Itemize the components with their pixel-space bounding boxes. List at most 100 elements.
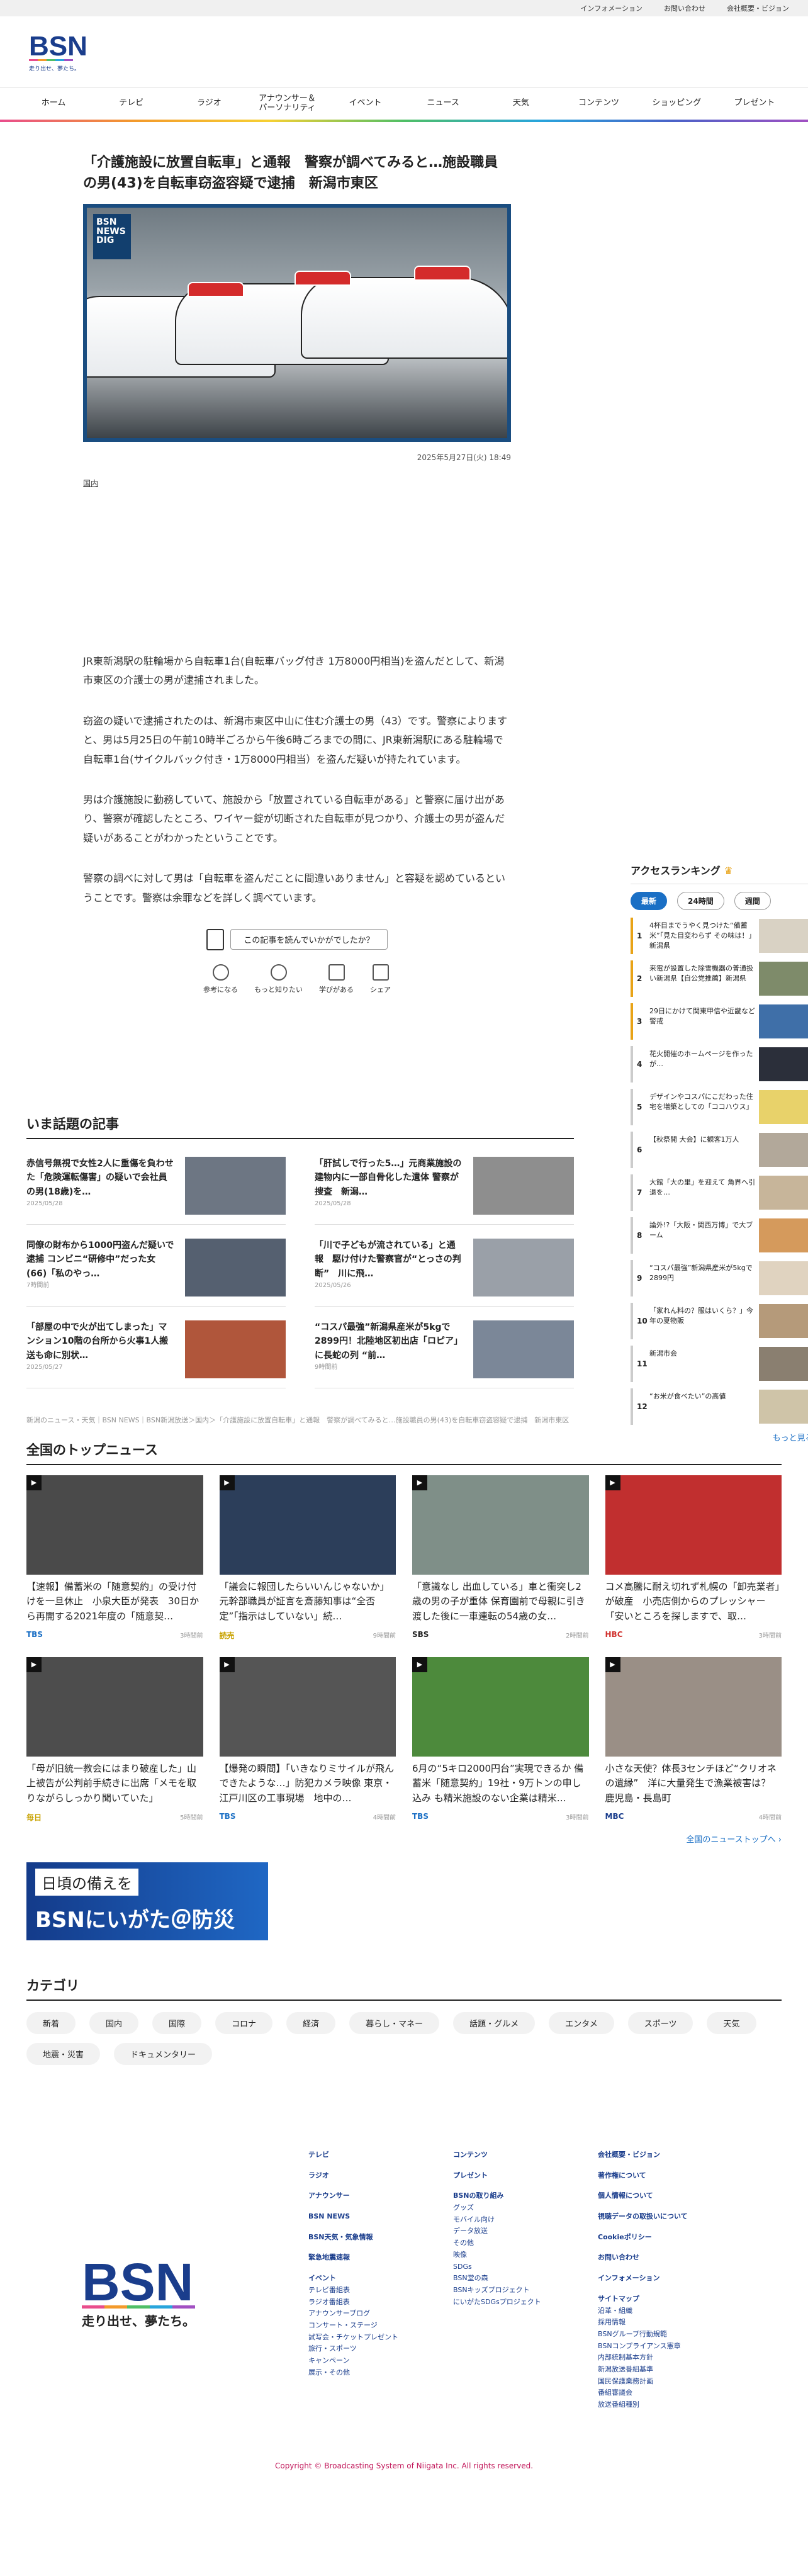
nav-shopping[interactable]: ショッピング <box>648 98 705 108</box>
category-tag[interactable]: スポーツ <box>627 2012 693 2034</box>
helpful-button[interactable]: 参考になる <box>203 964 238 994</box>
footer-link[interactable]: ラジオ番組表 <box>308 2297 453 2309</box>
footer-heading-link[interactable]: コンテンツ <box>453 2149 598 2161</box>
tab-latest[interactable]: 最新 <box>631 892 668 910</box>
footer-link[interactable]: BSNグループ行動規範 <box>598 2329 743 2341</box>
ranking-item[interactable]: 8 論外!?「大阪・関西万博」で大ブーム <box>631 1217 808 1254</box>
footer-heading-link[interactable]: 会社概要・ビジョン <box>598 2149 743 2161</box>
ranking-item[interactable]: 4 花火開催のホームページを作ったが… <box>631 1046 808 1083</box>
footer-link[interactable]: 国民保護業務計画 <box>598 2376 743 2388</box>
footer-heading-link[interactable]: インフォメーション <box>598 2273 743 2285</box>
want-more-button[interactable]: もっと知りたい <box>254 964 303 994</box>
footer-link[interactable]: 新潟放送番組基準 <box>598 2364 743 2376</box>
footer-link[interactable]: BSN堂の森 <box>453 2273 598 2285</box>
national-news-card[interactable]: ▶ 「母が旧統一教会にはまり破産した」山上被告が公判前手続きに出席「メモを取りなが… <box>26 1657 203 1823</box>
ranking-item[interactable]: 7 大館「大の里」を迎えて 角界へ引退を… <box>631 1174 808 1211</box>
footer-heading-link[interactable]: アナウンサー <box>308 2190 453 2202</box>
footer-link[interactable]: 展示・その他 <box>308 2367 453 2379</box>
footer-heading-link[interactable]: 個人情報について <box>598 2190 743 2202</box>
category-tag[interactable]: 経済 <box>286 2012 336 2034</box>
nav-announcer[interactable]: アナウンサー＆ パーソナリティ <box>259 94 316 113</box>
learned-button[interactable]: 学びがある <box>319 964 354 994</box>
nav-event[interactable]: イベント <box>337 98 394 108</box>
trending-item[interactable]: 同僚の財布から1000円盗んだ疑いで逮捕 コンビニ“研修中”だった女(66)「私… <box>26 1225 286 1307</box>
trending-item[interactable]: 「部屋の中で火が出てしまった」マンション10階の台所から火事1人搬送も命に別状…… <box>26 1307 286 1388</box>
footer-link[interactable]: BSNキッズプロジェクト <box>453 2285 598 2297</box>
national-news-card[interactable]: ▶ 「意識なし 出血している」車と衝突し2歳の男の子が重体 保育園前で母親に引き渡… <box>412 1475 589 1641</box>
footer-link[interactable]: 旅行・スポーツ <box>308 2343 453 2355</box>
tab-24h[interactable]: 24時間 <box>677 892 724 910</box>
footer-heading-link[interactable]: BSNの取り組み <box>453 2190 598 2202</box>
footer-link[interactable]: その他 <box>453 2237 598 2249</box>
share-button[interactable]: シェア <box>370 964 391 994</box>
nav-tv[interactable]: テレビ <box>103 98 160 108</box>
category-tag[interactable]: 話題・グルメ <box>453 2012 536 2034</box>
footer-heading-link[interactable]: お問い合わせ <box>598 2252 743 2264</box>
info-link[interactable]: インフォメーション <box>581 3 642 13</box>
footer-link[interactable]: BSNコンプライアンス憲章 <box>598 2341 743 2353</box>
contact-link[interactable]: お問い合わせ <box>664 3 705 13</box>
national-news-card[interactable]: ▶ 小さな天使？体長3センチほど“クリオネの遺縁” 洋に大量発生で漁業被害は？ 鹿… <box>605 1657 782 1823</box>
category-tag[interactable]: 地震・災害 <box>26 2043 101 2065</box>
category-tag[interactable]: コロナ <box>215 2012 273 2034</box>
nav-news[interactable]: ニュース <box>415 98 471 108</box>
ranking-item[interactable]: 10 「家れん料の？服はいくら？」今年の夏物販 <box>631 1303 808 1339</box>
footer-heading-link[interactable]: BSN天気・気象情報 <box>308 2232 453 2244</box>
ranking-item[interactable]: 3 29日にかけて関東甲信や近畿など警戒 <box>631 1003 808 1040</box>
national-news-card[interactable]: ▶ 6月の“5キロ2000円台”実現できるか 備蓄米「随意契約」19社・9万トンの… <box>412 1657 589 1823</box>
national-news-card[interactable]: ▶ 【速報】備蓄米の「随意契約」の受け付けを一旦休止 小泉大臣が発表 30日から再… <box>26 1475 203 1641</box>
category-tag[interactable]: エンタメ <box>549 2012 614 2034</box>
trending-item[interactable]: “コスパ最強”新潟県産米が5kgで2899円！北陸地区初出店「ロピア」に長蛇の列… <box>315 1307 574 1388</box>
nav-weather[interactable]: 天気 <box>493 98 549 108</box>
nav-present[interactable]: プレゼント <box>726 98 783 108</box>
national-news-card[interactable]: ▶ 【爆発の瞬間】「いきなりミサイルが飛んできたような…」防犯カメラ映像 東京・江… <box>219 1657 396 1823</box>
tab-weekly[interactable]: 週間 <box>734 892 771 910</box>
footer-link[interactable]: 内部統制基本方針 <box>598 2352 743 2364</box>
footer-link[interactable]: モバイル向け <box>453 2214 598 2226</box>
ranking-item[interactable]: 1 4杯目までうやく見つけた“備蓄米”「見た目変わらず その味は！」新潟県 <box>631 918 808 954</box>
ranking-item[interactable]: 11 新潟市会 <box>631 1346 808 1382</box>
national-more-link[interactable]: 全国のニューストップへ › <box>26 1833 782 1845</box>
footer-link[interactable]: データ放送 <box>453 2225 598 2237</box>
category-tag[interactable]: 天気 <box>707 2012 756 2034</box>
footer-link[interactable]: コンサート・ステージ <box>308 2320 453 2332</box>
ranking-item[interactable]: 6 【秋祭開 大会】に観客1万人 <box>631 1132 808 1168</box>
national-news-card[interactable]: ▶ コメ高騰に耐え切れず札幌の「卸売業者」が破産 小売店側からのプレッシャー「安い… <box>605 1475 782 1641</box>
nav-contents[interactable]: コンテンツ <box>571 98 627 108</box>
footer-heading-link[interactable]: サイトマップ <box>598 2293 743 2305</box>
footer-link[interactable]: 放送番組種別 <box>598 2399 743 2411</box>
footer-link[interactable]: 沿革・組織 <box>598 2305 743 2317</box>
nav-home[interactable]: ホーム <box>25 98 82 108</box>
bsn-logo[interactable]: BSN 走り出せ、夢たち。 <box>26 26 89 77</box>
company-link[interactable]: 会社概要・ビジョン <box>727 3 789 13</box>
footer-heading-link[interactable]: Cookieポリシー <box>598 2232 743 2244</box>
footer-link[interactable]: にいがたSDGsプロジェクト <box>453 2297 598 2309</box>
national-news-card[interactable]: ▶ 「議会に報団したらいいんじゃないか」元幹部職員が証言を斎藤知事は“全否定”「指… <box>219 1475 396 1641</box>
nav-radio[interactable]: ラジオ <box>181 98 237 108</box>
trending-item[interactable]: 「川で子どもが流されている」と通報 駆け付けた警察官が“とっさの判断” 川に飛…… <box>315 1225 574 1307</box>
footer-link[interactable]: キャンペーン <box>308 2355 453 2367</box>
ranking-item[interactable]: 2 来電が設置した除雪機器の普通扱い新潟県【自公党推薦】新潟県 <box>631 960 808 997</box>
article-category-link[interactable]: 国内 <box>83 478 511 488</box>
footer-heading-link[interactable]: 視聴データの取扱いについて <box>598 2211 743 2223</box>
trending-item[interactable]: 赤信号無視で女性2人に重傷を負わせた「危険運転傷害」の疑いで会社員の男(18歳)… <box>26 1143 286 1225</box>
footer-heading-link[interactable]: 緊急地震速報 <box>308 2252 453 2264</box>
footer-heading-link[interactable]: イベント <box>308 2273 453 2285</box>
category-tag[interactable]: 新着 <box>26 2012 76 2034</box>
footer-heading-link[interactable]: 著作権について <box>598 2170 743 2182</box>
category-tag[interactable]: 国内 <box>89 2012 139 2034</box>
footer-link[interactable]: グッズ <box>453 2202 598 2214</box>
footer-link[interactable]: 試写会・チケットプレゼント <box>308 2332 453 2344</box>
category-tag[interactable]: ドキュメンタリー <box>114 2043 213 2065</box>
bosai-banner[interactable]: 日頃の備えを BSNにいがた＠防災 <box>26 1862 268 1940</box>
footer-link[interactable]: 映像 <box>453 2249 598 2261</box>
footer-link[interactable]: SDGs <box>453 2261 598 2273</box>
ranking-item[interactable]: 9 “コスパ最強”新潟県産米が5kgで2899円 <box>631 1260 808 1296</box>
footer-link[interactable]: アナウンサーブログ <box>308 2308 453 2320</box>
footer-heading-link[interactable]: テレビ <box>308 2149 453 2161</box>
footer-heading-link[interactable]: プレゼント <box>453 2170 598 2182</box>
footer-heading-link[interactable]: ラジオ <box>308 2170 453 2182</box>
footer-link[interactable]: テレビ番組表 <box>308 2285 453 2297</box>
footer-heading-link[interactable]: BSN NEWS <box>308 2211 453 2223</box>
footer-link[interactable]: 採用情報 <box>598 2317 743 2329</box>
